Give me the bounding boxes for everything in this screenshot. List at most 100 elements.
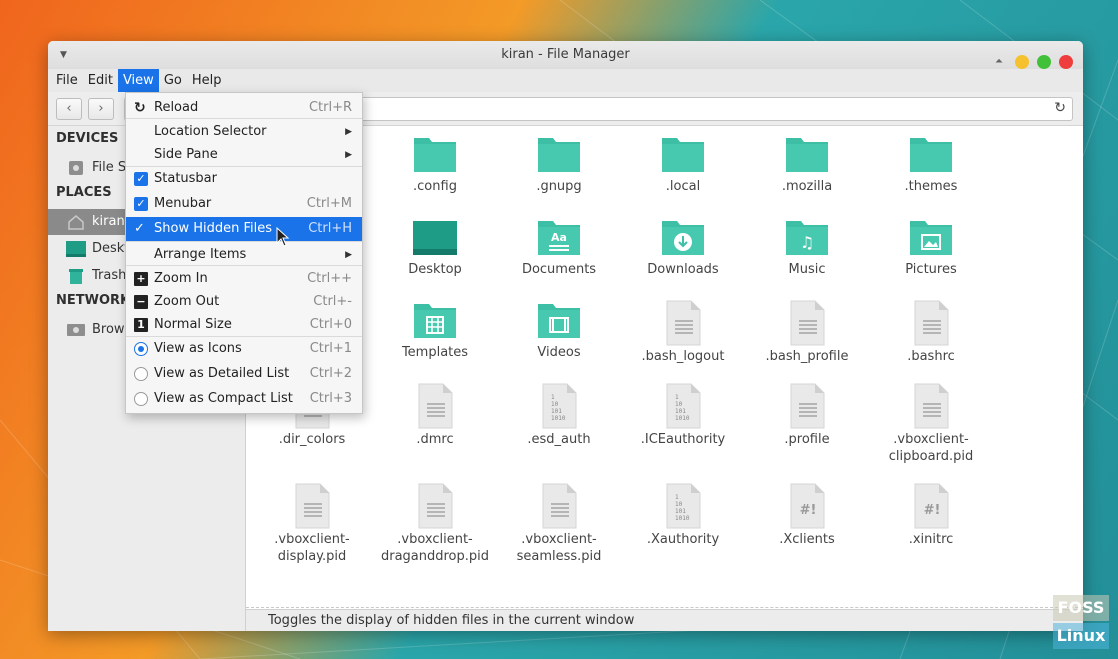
file-item[interactable]: .themes xyxy=(869,134,993,195)
svg-text:Aa: Aa xyxy=(551,231,567,244)
folder-icon xyxy=(538,138,580,172)
menu-item-label: Arrange Items xyxy=(154,247,247,262)
menu-edit[interactable]: Edit xyxy=(83,69,118,92)
svg-text:10: 10 xyxy=(675,501,683,508)
back-button[interactable]: ‹ xyxy=(56,98,82,120)
menu-item-view-as-detailed-list[interactable]: View as Detailed List Ctrl+2 xyxy=(126,362,362,386)
menu-item-statusbar[interactable]: ✓ Statusbar xyxy=(126,167,362,191)
file-name: .dir_colors xyxy=(278,432,346,447)
menu-go[interactable]: Go xyxy=(159,69,187,92)
script-file-icon: #! xyxy=(790,483,825,529)
forward-button[interactable]: › xyxy=(88,98,114,120)
text-file-icon xyxy=(790,383,825,429)
file-item[interactable]: #! .xinitrc xyxy=(869,483,993,548)
svg-text:♫: ♫ xyxy=(800,233,814,252)
videos-folder-icon xyxy=(538,304,580,338)
file-name-line: clipboard.pid xyxy=(888,449,974,464)
file-item[interactable]: .config xyxy=(373,134,497,195)
text-file-icon xyxy=(295,483,330,529)
binary-file-icon: 1101011010 xyxy=(542,383,577,429)
file-name-line: .vboxclient- xyxy=(397,532,473,547)
menu-item-view-as-icons[interactable]: View as Icons Ctrl+1 xyxy=(126,337,362,361)
menu-item-view-as-compact-list[interactable]: View as Compact List Ctrl+3 xyxy=(126,387,362,411)
menu-accelerator: Ctrl+2 xyxy=(309,366,352,381)
menu-item-zoom-in[interactable]: + Zoom In Ctrl++ xyxy=(126,267,362,291)
file-item[interactable]: ♫ Music xyxy=(745,217,869,278)
menu-item-label: Location Selector xyxy=(154,124,267,139)
menu-item-zoom-out[interactable]: − Zoom Out Ctrl+- xyxy=(126,290,362,314)
sidebar-item-label: kiran xyxy=(92,214,125,229)
normal-size-icon: 1 xyxy=(134,318,148,332)
statusbar: Toggles the display of hidden files in t… xyxy=(246,609,1083,631)
file-item[interactable]: Downloads xyxy=(621,217,745,278)
menu-item-label: View as Detailed List xyxy=(154,366,290,381)
documents-folder-icon: Aa xyxy=(538,221,580,255)
menu-item-label: Menubar xyxy=(154,196,212,211)
text-file-icon xyxy=(418,483,453,529)
file-item[interactable]: Desktop xyxy=(373,217,497,278)
file-name: Desktop xyxy=(408,262,462,277)
svg-text:1: 1 xyxy=(675,394,679,401)
menu-item-arrange-items[interactable]: Arrange Items ▶ xyxy=(126,243,362,267)
script-file-icon: #! xyxy=(914,483,949,529)
close-button[interactable] xyxy=(1059,55,1073,69)
pictures-folder-icon xyxy=(910,221,952,255)
menu-item-normal-size[interactable]: 1 Normal Size Ctrl+0 xyxy=(126,313,362,337)
file-item[interactable]: Videos xyxy=(497,300,621,361)
menu-item-label: Statusbar xyxy=(154,171,217,186)
file-name-line: .vboxclient- xyxy=(521,532,597,547)
file-name: .mozilla xyxy=(781,179,833,194)
file-item[interactable]: .local xyxy=(621,134,745,195)
file-item[interactable]: .vboxclient-display.pid xyxy=(250,483,374,565)
svg-text:#!: #! xyxy=(924,503,941,518)
file-item[interactable]: Aa Documents xyxy=(497,217,621,278)
file-name: .themes xyxy=(904,179,958,194)
file-item[interactable]: .vboxclient-clipboard.pid xyxy=(869,383,993,465)
menu-item-side-pane[interactable]: Side Pane ▶ xyxy=(126,143,362,167)
devices-header: DEVICES xyxy=(56,131,119,146)
view-menu: ↻ Reload Ctrl+R Location Selector ▶ Side Pane… xyxy=(125,92,363,414)
file-item[interactable]: Templates xyxy=(373,300,497,361)
window-menu-icon[interactable]: ▼ xyxy=(60,41,67,69)
submenu-arrow-icon: ▶ xyxy=(345,127,352,137)
window-title: kiran - File Manager xyxy=(501,47,630,62)
reload-icon[interactable]: ↻ xyxy=(1054,100,1066,116)
file-item[interactable]: .vboxclient-draganddrop.pid xyxy=(373,483,497,565)
folder-icon xyxy=(662,138,704,172)
file-item[interactable]: .gnupg xyxy=(497,134,621,195)
file-item[interactable]: .mozilla xyxy=(745,134,869,195)
sidebar-item-label: Deskt xyxy=(92,241,130,256)
menu-item-location-selector[interactable]: Location Selector ▶ xyxy=(126,120,362,144)
downloads-folder-icon xyxy=(662,221,704,255)
binary-file-icon: 1101011010 xyxy=(666,483,701,529)
maximize-button[interactable] xyxy=(1037,55,1051,69)
file-name: .local xyxy=(665,179,701,194)
file-item[interactable]: 1 10 101 1010 .Xauthority xyxy=(621,483,745,548)
menu-help[interactable]: Help xyxy=(187,69,227,92)
file-item[interactable]: Pictures xyxy=(869,217,993,278)
menu-accelerator: Ctrl+H xyxy=(308,221,352,236)
file-item[interactable]: .vboxclient-seamless.pid xyxy=(497,483,621,565)
file-item[interactable]: .bashrc xyxy=(869,300,993,365)
desktop-icon xyxy=(66,241,86,257)
menu-item-reload[interactable]: ↻ Reload Ctrl+R xyxy=(126,96,362,120)
file-item[interactable]: 1 10 101 1010 .ICEauthority xyxy=(621,383,745,448)
file-item[interactable]: .profile xyxy=(745,383,869,448)
watermark-logo: FOSS Linux xyxy=(1053,595,1109,651)
file-name: .dmrc xyxy=(416,432,454,447)
file-item[interactable]: 1 10 101 1010 .esd_auth xyxy=(497,383,621,448)
file-item[interactable]: #! .Xclients xyxy=(745,483,869,548)
minimize-button[interactable] xyxy=(1015,55,1029,69)
file-name-line: .vboxclient- xyxy=(274,532,350,547)
menu-item-show-hidden-files[interactable]: ✓ Show Hidden Files Ctrl+H xyxy=(126,217,362,241)
desktop-folder-icon xyxy=(413,221,457,255)
watermark-top: FOSS xyxy=(1053,595,1109,621)
file-item[interactable]: .bash_logout xyxy=(621,300,745,365)
file-item[interactable]: .dmrc xyxy=(373,383,497,448)
reload-icon: ↻ xyxy=(134,100,146,116)
file-name: .xinitrc xyxy=(908,532,954,547)
menu-item-menubar[interactable]: ✓ Menubar Ctrl+M xyxy=(126,192,362,216)
menu-file[interactable]: File xyxy=(51,69,83,92)
menu-view[interactable]: View xyxy=(117,69,159,92)
file-item[interactable]: .bash_profile xyxy=(745,300,869,365)
